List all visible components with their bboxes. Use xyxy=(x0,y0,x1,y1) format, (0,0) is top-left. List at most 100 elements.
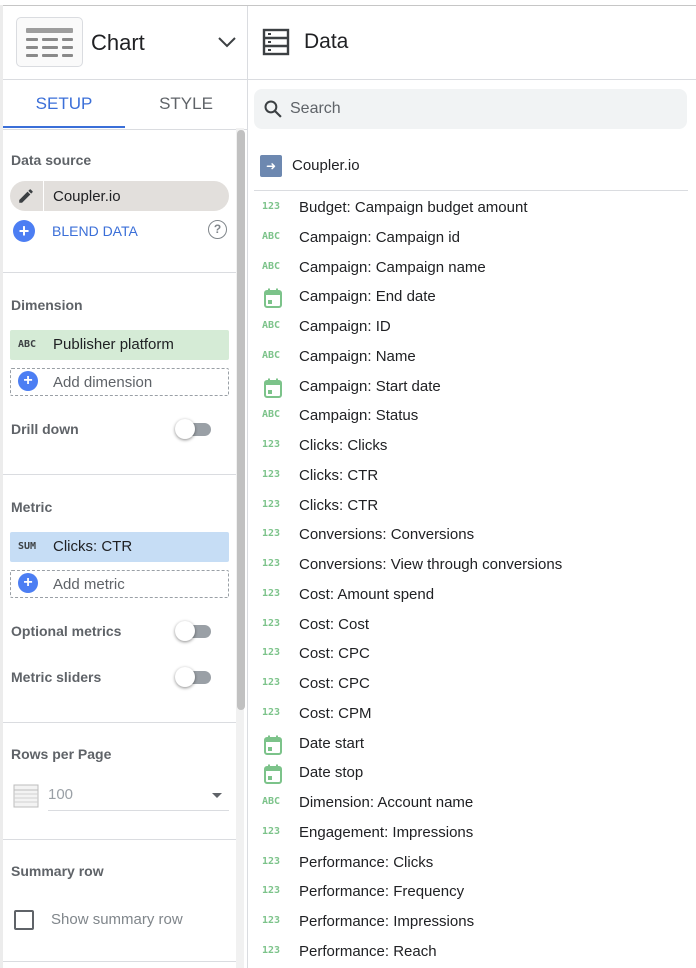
pencil-icon[interactable] xyxy=(17,187,35,205)
panel-tabs: SETUP STYLE xyxy=(3,80,247,130)
field-name: Campaign: End date xyxy=(299,288,436,306)
panel-scrollbar-thumb[interactable] xyxy=(237,130,245,710)
chevron-down-icon[interactable] xyxy=(215,30,239,54)
tab-style[interactable]: STYLE xyxy=(125,80,247,129)
field-name: Cost: Amount spend xyxy=(299,585,435,603)
text-type-icon: ABC xyxy=(262,260,281,272)
add-metric-button[interactable]: + Add metric xyxy=(10,570,229,598)
table-chart-icon xyxy=(16,17,83,67)
field-item[interactable]: ABC Campaign: Status xyxy=(260,401,690,431)
data-source-label: Data source xyxy=(11,152,92,168)
show-summary-row-checkbox[interactable] xyxy=(14,910,34,930)
add-circle-icon: + xyxy=(13,220,35,242)
data-source-chip[interactable]: Coupler.io xyxy=(10,181,229,211)
text-type-icon: ABC xyxy=(262,349,281,361)
field-item[interactable]: 123 Performance: Reach xyxy=(260,937,690,967)
field-name: Conversions: Conversions xyxy=(299,526,475,544)
field-item[interactable]: 123 Cost: CPC xyxy=(260,639,690,669)
field-item[interactable]: 123 Cost: CPM xyxy=(260,699,690,729)
field-item[interactable]: 123 Performance: Frequency xyxy=(260,877,690,907)
field-item[interactable]: Campaign: End date xyxy=(260,282,690,312)
field-item[interactable]: 123 Cost: Cost xyxy=(260,610,690,640)
drill-down-label: Drill down xyxy=(11,421,79,437)
tab-setup[interactable]: SETUP xyxy=(3,80,125,129)
dimension-chip[interactable]: ABC Publisher platform xyxy=(10,330,229,360)
number-type-icon: 123 xyxy=(262,439,281,450)
field-name: Performance: Reach xyxy=(299,942,437,960)
field-item[interactable]: 123 Clicks: CTR xyxy=(260,461,690,491)
field-item[interactable]: 123 Performance: Impressions xyxy=(260,907,690,937)
optional-metrics-toggle[interactable] xyxy=(175,620,213,642)
rows-per-page-select[interactable]: 100 xyxy=(13,780,229,812)
data-panel-title: Data xyxy=(304,30,349,53)
optional-metrics-label: Optional metrics xyxy=(11,623,122,639)
metric-sliders-toggle[interactable] xyxy=(175,666,213,688)
field-name: Campaign: ID xyxy=(299,318,391,335)
arrow-right-icon: ➜ xyxy=(260,155,282,177)
data-panel-header: Data xyxy=(248,6,696,80)
table-rows-icon xyxy=(13,784,39,808)
search-input[interactable] xyxy=(290,97,670,121)
field-item[interactable]: 123 Cost: Amount spend xyxy=(260,580,690,610)
database-icon xyxy=(262,28,290,56)
number-type-icon: 123 xyxy=(262,468,281,480)
chart-type-selector[interactable]: Chart xyxy=(3,6,247,80)
rows-per-page-label: Rows per Page xyxy=(11,746,112,762)
field-item[interactable]: 123 Conversions: View through conversions xyxy=(260,550,690,580)
field-item[interactable]: 123 Engagement: Impressions xyxy=(260,818,690,848)
help-icon[interactable]: ? xyxy=(208,220,227,239)
text-type-icon: ABC xyxy=(17,339,37,350)
field-item[interactable]: 123 Cost: CPC xyxy=(260,669,690,699)
active-tab-indicator xyxy=(3,126,125,128)
field-item[interactable]: 123 Budget: Campaign budget amount xyxy=(260,193,690,223)
field-name: Cost: CPM xyxy=(299,704,372,722)
metric-chip[interactable]: SUM Clicks: CTR xyxy=(10,532,229,562)
field-search-box[interactable] xyxy=(254,89,687,129)
text-type-icon: ABC xyxy=(262,796,281,807)
section-divider xyxy=(3,722,237,723)
field-name: Performance: Impressions xyxy=(299,913,475,930)
field-name: Clicks: CTR xyxy=(299,466,379,484)
field-item[interactable]: 123 Conversions: Conversions xyxy=(260,520,690,550)
field-name: Clicks: Clicks xyxy=(299,437,388,454)
rows-per-page-value: 100 xyxy=(48,786,74,803)
data-source-name: Coupler.io xyxy=(292,157,360,174)
field-name: Dimension: Account name xyxy=(299,794,474,811)
field-item[interactable]: Date stop xyxy=(260,758,690,788)
field-item[interactable]: 123 Clicks: CTR xyxy=(260,491,690,521)
number-type-icon: 123 xyxy=(262,855,281,867)
toggle-knob xyxy=(175,667,195,687)
add-dimension-button[interactable]: + Add dimension xyxy=(10,368,229,396)
field-item[interactable]: Campaign: Start date xyxy=(260,372,690,402)
field-item[interactable]: ABC Campaign: Campaign id xyxy=(260,223,690,253)
field-item[interactable]: Date start xyxy=(260,729,690,759)
field-item[interactable]: ABC Campaign: ID xyxy=(260,312,690,342)
number-type-icon: 123 xyxy=(262,587,281,599)
field-item[interactable]: ABC Campaign: Campaign name xyxy=(260,253,690,283)
field-name: Date start xyxy=(299,734,365,752)
field-item[interactable]: 123 Performance: Clicks xyxy=(260,848,690,878)
data-source-row[interactable]: ➜ Coupler.io xyxy=(260,154,680,178)
chip-separator xyxy=(43,181,44,211)
field-item[interactable]: ABC Campaign: Name xyxy=(260,342,690,372)
dimension-label: Dimension xyxy=(11,297,83,313)
editor-frame: Chart SETUP STYLE Data source Coupler.io… xyxy=(0,0,696,968)
field-name: Performance: Frequency xyxy=(299,883,465,901)
calendar-icon xyxy=(262,735,286,755)
drill-down-toggle[interactable] xyxy=(175,418,213,440)
field-item[interactable]: 123 Clicks: Clicks xyxy=(260,431,690,461)
data-source-name: Coupler.io xyxy=(53,188,121,205)
field-name: Engagement: Impressions xyxy=(299,823,474,841)
add-circle-icon: + xyxy=(18,573,38,593)
field-name: Campaign: Campaign name xyxy=(299,258,486,276)
field-name: Campaign: Status xyxy=(299,407,419,425)
chart-properties-panel: Chart SETUP STYLE Data source Coupler.io… xyxy=(3,6,247,968)
field-list: 123 Budget: Campaign budget amount ABC Camp… xyxy=(260,193,690,967)
field-item[interactable]: ABC Dimension: Account name xyxy=(260,788,690,818)
source-divider xyxy=(254,190,688,191)
toggle-knob xyxy=(175,419,195,439)
field-name: Cost: Cost xyxy=(299,615,370,633)
toggle-knob xyxy=(175,621,195,641)
section-divider xyxy=(3,839,237,840)
metric-sliders-label: Metric sliders xyxy=(11,669,102,685)
